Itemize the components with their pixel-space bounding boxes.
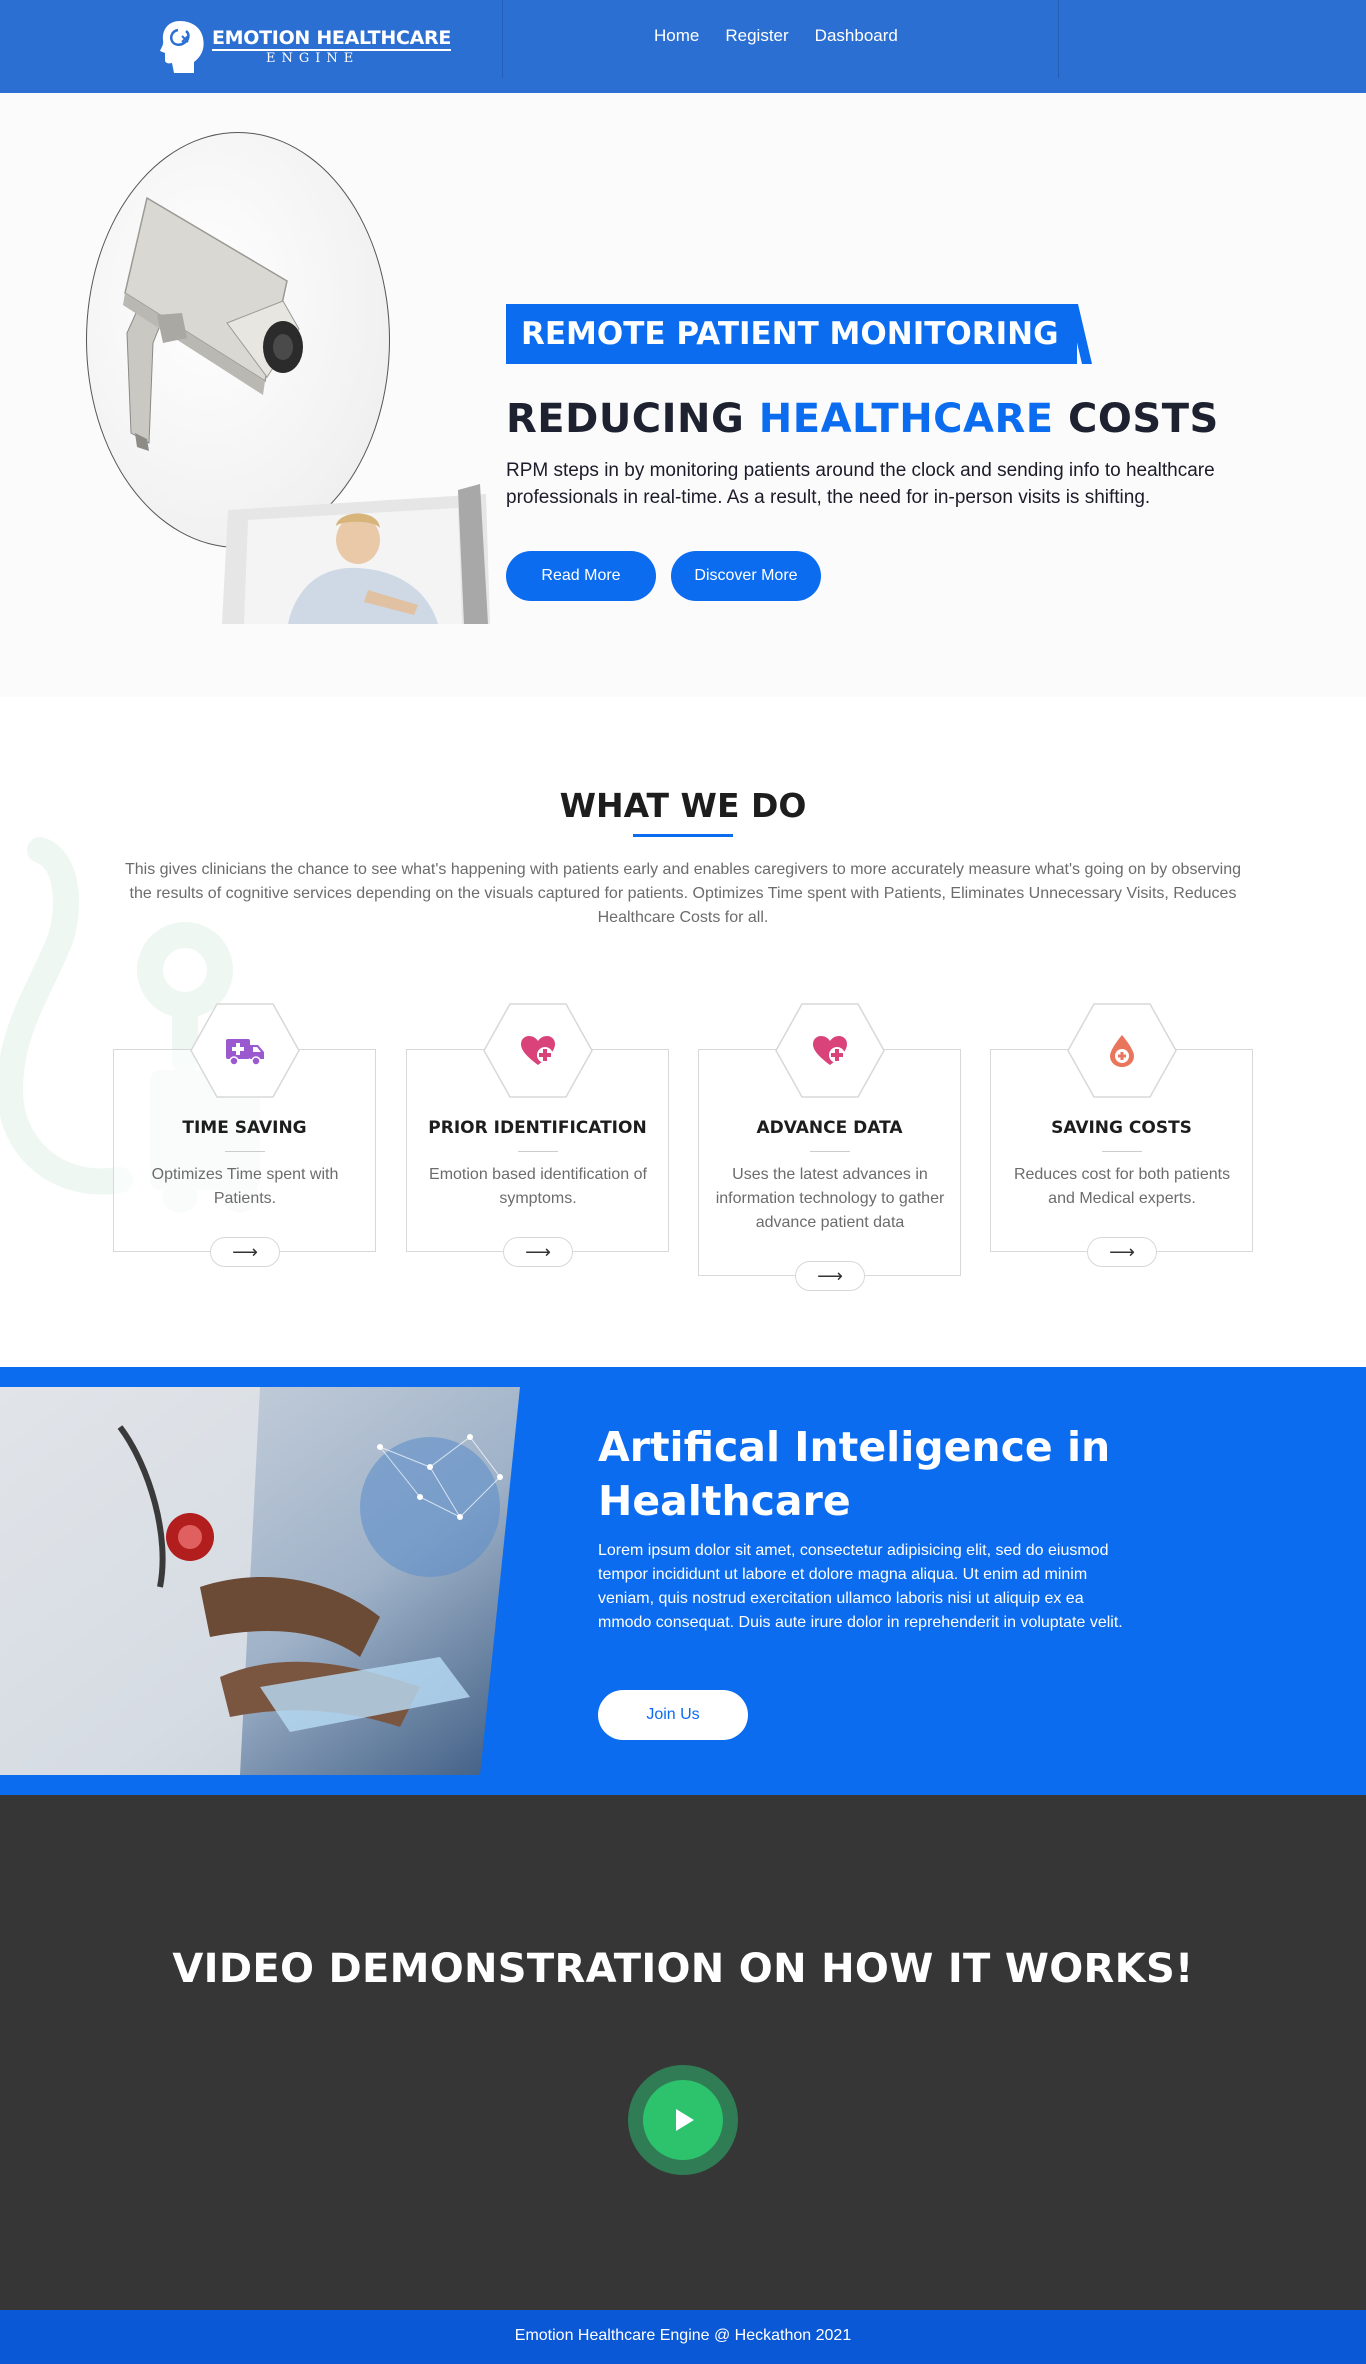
- arrow-right-button[interactable]: ⟶: [210, 1237, 280, 1267]
- section-title: WHAT WE DO: [559, 786, 807, 825]
- play-button-inner: [643, 2080, 723, 2160]
- arrow-right-button[interactable]: ⟶: [795, 1261, 865, 1291]
- doctor-tablet-image: [0, 1387, 520, 1775]
- card-divider: [810, 1151, 850, 1152]
- nav-divider: [502, 0, 503, 78]
- brand-subtitle: ENGINE: [266, 51, 360, 66]
- feature-card-time-saving: TIME SAVING Optimizes Time spent with Pa…: [113, 1003, 376, 1267]
- footer-text: Emotion Healthcare Engine @ Heckathon 20…: [514, 2327, 852, 2344]
- brand-logo[interactable]: EMOTION HEALTHCARE ENGINE: [158, 18, 451, 74]
- hexagon-frame: [1067, 1003, 1177, 1098]
- discover-more-button[interactable]: Discover More: [671, 551, 821, 601]
- feature-card-prior-identification: PRIOR IDENTIFICATION Emotion based ident…: [406, 1003, 669, 1267]
- card-description: Emotion based identification of symptoms…: [429, 1166, 647, 1207]
- card-title: ADVANCE DATA: [756, 1118, 903, 1138]
- feature-card-advance-data: ADVANCE DATA Uses the latest advances in…: [698, 1003, 961, 1291]
- hero-description: RPM steps in by monitoring patients arou…: [506, 460, 1215, 508]
- hero-title: REDUCING HEALTHCARE COSTS: [506, 396, 1219, 442]
- feature-card-saving-costs: SAVING COSTS Reduces cost for both patie…: [990, 1003, 1253, 1267]
- video-section: [0, 1795, 1366, 2310]
- head-profile-icon: [160, 21, 204, 73]
- card-title: SAVING COSTS: [1051, 1118, 1192, 1138]
- card-divider: [1102, 1151, 1142, 1152]
- arrow-right-button[interactable]: ⟶: [1087, 1237, 1157, 1267]
- hero-title-post: COSTS: [1053, 396, 1219, 442]
- ambulance-icon: [190, 1003, 300, 1098]
- navbar: EMOTION HEALTHCARE ENGINE Home Register …: [0, 0, 1366, 93]
- hero-title-highlight: HEALTHCARE: [758, 396, 1054, 442]
- nav-home[interactable]: Home: [654, 26, 699, 46]
- video-title: VIDEO DEMONSTRATION ON HOW IT WORKS!: [172, 1946, 1194, 1992]
- hexagon-frame: [775, 1003, 885, 1098]
- blood-drop-icon: [1067, 1003, 1177, 1098]
- play-button[interactable]: [628, 2065, 738, 2175]
- heart-plus-icon: [483, 1003, 593, 1098]
- ai-description: Lorem ipsum dolor sit amet, consectetur …: [598, 1542, 1123, 1631]
- arrow-right-button[interactable]: ⟶: [503, 1237, 573, 1267]
- nav-divider: [1058, 0, 1059, 78]
- hexagon-frame: [483, 1003, 593, 1098]
- patient-bed-image: [222, 484, 490, 624]
- badge-slash-decoration: [1068, 304, 1092, 364]
- card-description: Uses the latest advances in information …: [715, 1166, 945, 1231]
- card-divider: [225, 1151, 265, 1152]
- card-divider: [518, 1151, 558, 1152]
- hero-badge: REMOTE PATIENT MONITORING: [506, 304, 1077, 364]
- ai-title: Artifical Inteligence in Healthcare: [598, 1423, 1111, 1525]
- section-description: This gives clinicians the chance to see …: [124, 861, 1242, 926]
- card-description: Reduces cost for both patients and Medic…: [1013, 1166, 1231, 1207]
- nav-dashboard[interactable]: Dashboard: [815, 26, 898, 46]
- card-title: PRIOR IDENTIFICATION: [428, 1118, 647, 1138]
- play-icon: [676, 2109, 694, 2131]
- read-more-button[interactable]: Read More: [506, 551, 656, 601]
- brand-title: EMOTION HEALTHCARE: [212, 27, 452, 51]
- nav-register[interactable]: Register: [725, 26, 788, 46]
- nav-menu: Home Register Dashboard: [654, 26, 924, 46]
- heart-plus-icon: [775, 1003, 885, 1098]
- title-underline: [633, 834, 733, 837]
- card-title: TIME SAVING: [182, 1118, 307, 1138]
- hero-title-pre: REDUCING: [506, 396, 759, 442]
- hexagon-frame: [190, 1003, 300, 1098]
- join-us-button[interactable]: Join Us: [598, 1690, 748, 1740]
- footer: Emotion Healthcare Engine @ Heckathon 20…: [0, 2310, 1366, 2364]
- card-description: Optimizes Time spent with Patients.: [151, 1166, 339, 1207]
